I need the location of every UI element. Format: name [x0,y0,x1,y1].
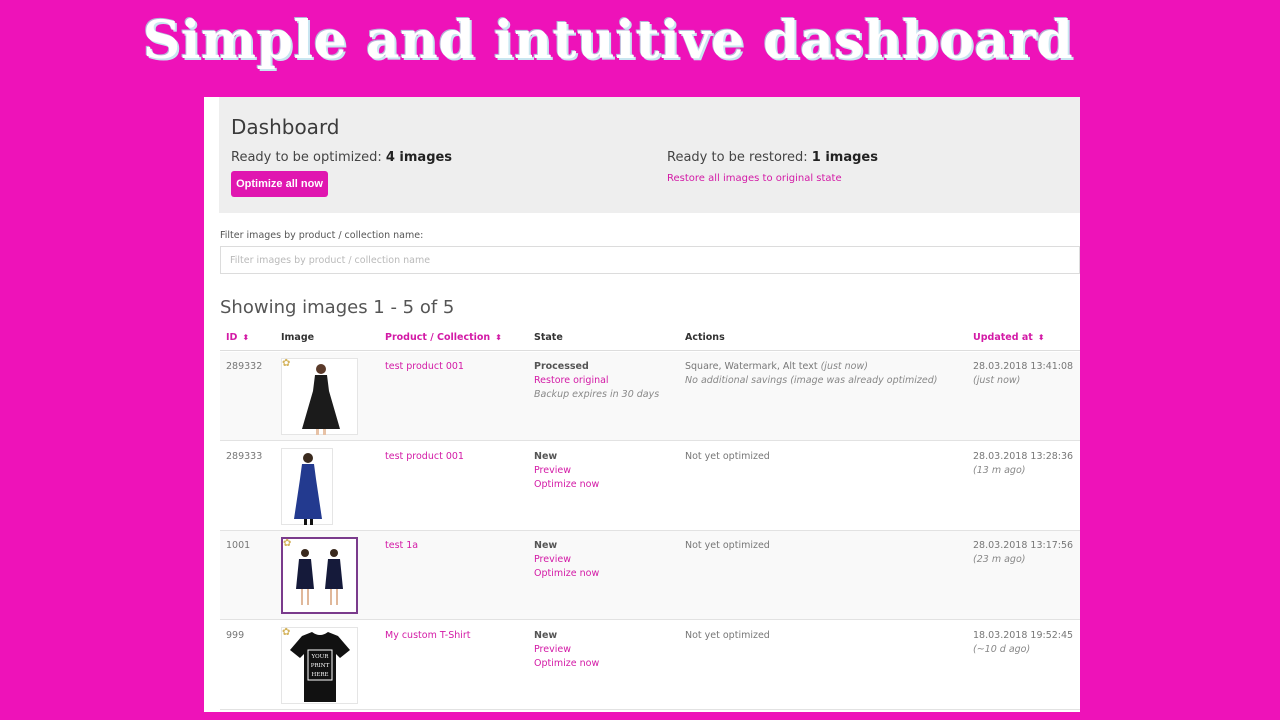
updated-timestamp: 18.03.2018 19:52:45 [973,630,1074,641]
table-row: 289332 ✿ test product 001 Processed Rest… [220,352,1080,441]
filter-input[interactable] [220,246,1080,274]
column-product-header[interactable]: Product / Collection ⬍ [385,332,502,343]
row-actions: Square, Watermark, Alt text (just now) N… [685,360,937,388]
page-headline: Simple and intuitive dashboard [142,10,1074,71]
actions-note: No additional savings (image was already… [685,375,938,386]
preview-link[interactable]: Preview [534,464,599,478]
dashboard-summary: Dashboard Ready to be optimized: 4 image… [219,97,1080,213]
dashboard-panel: Dashboard Ready to be optimized: 4 image… [204,97,1080,712]
row-state: Processed Restore original Backup expire… [534,360,659,402]
flower-icon: ✿ [282,358,291,369]
dress-image [294,453,322,525]
dress-image [302,364,340,435]
column-image-header: Image [281,332,315,343]
ready-to-optimize-label: Ready to be optimized: [231,150,382,165]
tshirt-text-1: YOUR [311,654,330,660]
row-id: 999 [226,630,245,641]
product-link[interactable]: test product 001 [385,450,464,464]
flower-icon: ✿ [283,538,292,549]
column-id-label: ID [226,332,238,343]
column-updated-label: Updated at [973,332,1033,343]
optimize-all-button[interactable]: Optimize all now [231,171,328,197]
tshirt-text-2: PRINT [311,663,330,669]
sort-icon: ⬍ [495,333,502,342]
tshirt-text-3: HERE [312,672,329,678]
column-updated-header[interactable]: Updated at ⬍ [973,332,1044,343]
showing-count: Showing images 1 - 5 of 5 [220,297,455,318]
product-link[interactable]: My custom T-Shirt [385,629,471,643]
row-updated: 28.03.2018 13:41:08 (just now) [973,360,1073,388]
product-link[interactable]: test 1a [385,539,418,553]
actions-time: (just now) [820,361,868,372]
dress-image [296,549,343,605]
sort-icon: ⬍ [242,333,250,342]
tshirt-image: YOUR PRINT HERE [290,632,350,702]
restore-original-link[interactable]: Restore original [534,374,659,388]
row-thumbnail [281,448,333,525]
state-label: New [534,540,558,551]
column-id-header[interactable]: ID ⬍ [226,332,249,343]
actions-applied: Square, Watermark, Alt text [685,361,818,372]
row-updated: 28.03.2018 13:28:36 (13 m ago) [973,450,1073,478]
row-thumbnail: ✿ [281,358,358,435]
column-actions-header: Actions [685,332,725,343]
preview-link[interactable]: Preview [534,643,599,657]
product-image: ✿ [281,358,358,435]
updated-relative: (just now) [973,375,1021,386]
row-state: New Preview Optimize now [534,450,599,492]
row-updated: 18.03.2018 19:52:45 (~10 d ago) [973,629,1073,657]
row-id: 1001 [226,540,251,551]
row-actions: Not yet optimized [685,630,770,641]
row-thumbnail: ✿ YOUR PRINT HERE [281,627,358,704]
row-updated: 28.03.2018 13:17:56 (23 m ago) [973,539,1073,567]
sort-icon: ⬍ [1037,333,1045,342]
table-row: 1001 ✿ test 1a New Preview Optimize now … [220,531,1080,620]
row-state: New Preview Optimize now [534,539,599,581]
preview-link[interactable]: Preview [534,553,599,567]
ready-to-restore-count: 1 images [811,150,878,165]
table-row: 999 ✿ YOUR PRINT HERE My custom T-Shirt … [220,621,1080,710]
state-label: Processed [534,361,589,372]
backup-note: Backup expires in 30 days [534,389,660,400]
column-state-header: State [534,332,563,343]
updated-relative: (~10 d ago) [973,644,1031,655]
state-label: New [534,451,558,462]
table-header: ID ⬍ Image Product / Collection ⬍ State Ac… [220,327,1080,351]
flower-icon: ✿ [282,627,291,638]
optimize-now-link[interactable]: Optimize now [534,478,599,492]
row-state: New Preview Optimize now [534,629,599,671]
restore-all-link[interactable]: Restore all images to original state [667,173,842,184]
optimize-now-link[interactable]: Optimize now [534,567,599,581]
row-id: 289332 [226,361,263,372]
state-label: New [534,630,558,641]
updated-timestamp: 28.03.2018 13:17:56 [973,540,1074,551]
column-product-label: Product / Collection [385,332,491,343]
filter-label: Filter images by product / collection na… [220,230,424,241]
ready-to-optimize: Ready to be optimized: 4 images [231,150,452,165]
ready-to-restore-label: Ready to be restored: [667,150,808,165]
product-image: ✿ [281,537,358,614]
ready-to-optimize-count: 4 images [385,150,453,165]
dashboard-title: Dashboard [231,115,340,139]
product-image [281,448,333,525]
product-link[interactable]: test product 001 [385,360,464,374]
row-id: 289333 [226,451,263,462]
updated-relative: (23 m ago) [973,554,1026,565]
row-actions: Not yet optimized [685,451,770,462]
product-image: ✿ YOUR PRINT HERE [281,627,358,704]
updated-timestamp: 28.03.2018 13:28:36 [973,451,1074,462]
table-row: 289333 test product 001 New Preview Opti… [220,442,1080,531]
ready-to-restore: Ready to be restored: 1 images [667,150,878,165]
optimize-now-link[interactable]: Optimize now [534,657,599,671]
updated-timestamp: 28.03.2018 13:41:08 [973,361,1074,372]
updated-relative: (13 m ago) [973,465,1026,476]
row-actions: Not yet optimized [685,540,770,551]
row-thumbnail: ✿ [281,537,358,614]
